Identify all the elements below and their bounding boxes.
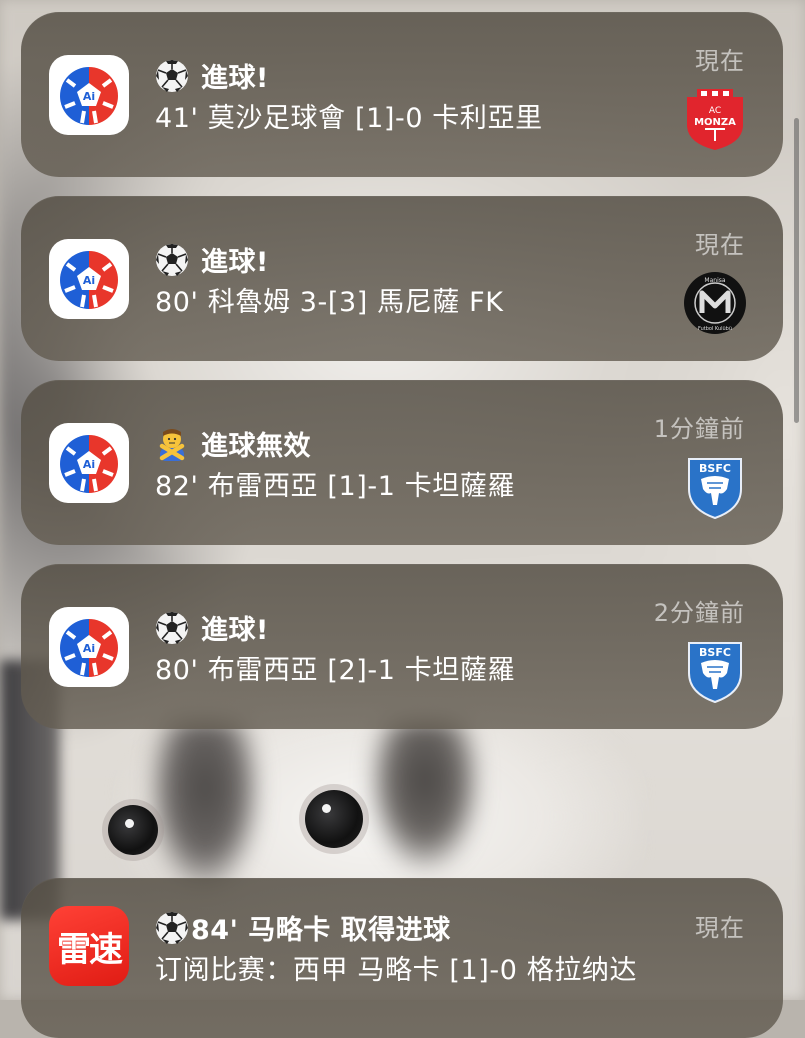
notification-title-text: 進球! (201, 247, 269, 278)
notification-time: 2分鐘前 (653, 599, 745, 627)
notification-card[interactable]: Ai 進球! 80' 布雷西亞 [2]-1 卡坦薩羅 2分鐘前 BSFC (21, 564, 783, 729)
notification-body: 41' 莫沙足球會 [1]-0 卡利亞里 (155, 103, 543, 134)
notification-title: 進球! (155, 608, 269, 647)
notification-body: 80' 布雷西亞 [2]-1 卡坦薩羅 (155, 655, 516, 686)
manisa-logo-bottom-text: Futbol Kulübü (698, 326, 732, 332)
soccer-ball-icon (156, 911, 188, 944)
notification-time: 現在 (695, 914, 745, 942)
soccer-ball-icon (156, 59, 188, 92)
notification-time: 1分鐘前 (653, 415, 745, 443)
brescia-logo-text: BSFC (699, 462, 731, 475)
notification-time: 現在 (695, 231, 745, 259)
manisa-logo-top-text: Manisa (704, 277, 725, 284)
ai-football-icon: Ai (49, 423, 129, 503)
notification-title: 進球! (155, 240, 269, 279)
brescia-logo: BSFC (688, 458, 742, 519)
notification-title-text: 84' 马略卡 取得进球 (191, 915, 451, 946)
svg-text:Ai: Ai (83, 90, 95, 103)
notification-body: 订阅比赛：西甲 马略卡 [1]-0 格拉纳达 (155, 955, 638, 986)
ai-football-icon: Ai (49, 55, 129, 135)
monza-logo-name: MONZA (694, 117, 736, 128)
notification-title-text: 進球! (201, 63, 269, 94)
notification-title-text: 進球! (201, 615, 269, 646)
notification-body: 80' 科魯姆 3-[3] 馬尼薩 FK (155, 287, 504, 318)
notification-card[interactable]: Ai 進球! 41' 莫沙足球會 [1]-0 卡利亞里 現在 AC MONZA (21, 12, 783, 177)
notification-title: 84' 马略卡 取得进球 (155, 908, 451, 947)
manisa-fk-logo: Manisa Futbol Kulübü (684, 272, 746, 334)
notification-card[interactable]: Ai 進球無效 82' 布雷西亞 [1]-1 卡坦薩羅 1分鐘前 BSFC (21, 380, 783, 545)
monza-logo-ac: AC (709, 106, 721, 116)
leisu-app-icon: 雷速 (49, 906, 129, 986)
leisu-app-icon-text: 雷速 (57, 929, 123, 970)
notification-title-text: 進球無效 (201, 431, 311, 462)
soccer-ball-icon (156, 243, 188, 276)
wallpaper-dog-fur-right (370, 720, 480, 870)
wallpaper-dog-fur-left (150, 720, 260, 890)
person-crossing-arms-icon (159, 428, 185, 461)
svg-text:Ai: Ai (83, 458, 95, 471)
notification-scrollbar[interactable] (794, 118, 799, 423)
ai-football-icon: Ai (49, 239, 129, 319)
svg-text:Ai: Ai (83, 642, 95, 655)
svg-text:Ai: Ai (83, 274, 95, 287)
notification-title: 進球! (155, 56, 269, 95)
notification-title: 進球無效 (155, 424, 311, 463)
notification-time: 現在 (695, 47, 745, 75)
notification-card[interactable]: Ai 進球! 80' 科魯姆 3-[3] 馬尼薩 FK 現在 Manisa Fu… (21, 196, 783, 361)
brescia-logo-text: BSFC (699, 646, 731, 659)
ai-football-icon: Ai (49, 607, 129, 687)
ac-monza-logo: AC MONZA (687, 89, 743, 150)
soccer-ball-icon (156, 611, 188, 644)
notification-card[interactable]: 雷速 84' 马略卡 取得进球 订阅比赛：西甲 马略卡 [1]-0 格拉纳达 現… (21, 878, 783, 1038)
wallpaper-dog-eye-left (108, 805, 158, 855)
brescia-logo: BSFC (688, 642, 742, 703)
notification-body: 82' 布雷西亞 [1]-1 卡坦薩羅 (155, 471, 516, 502)
wallpaper-dog-eye-right (305, 790, 363, 848)
